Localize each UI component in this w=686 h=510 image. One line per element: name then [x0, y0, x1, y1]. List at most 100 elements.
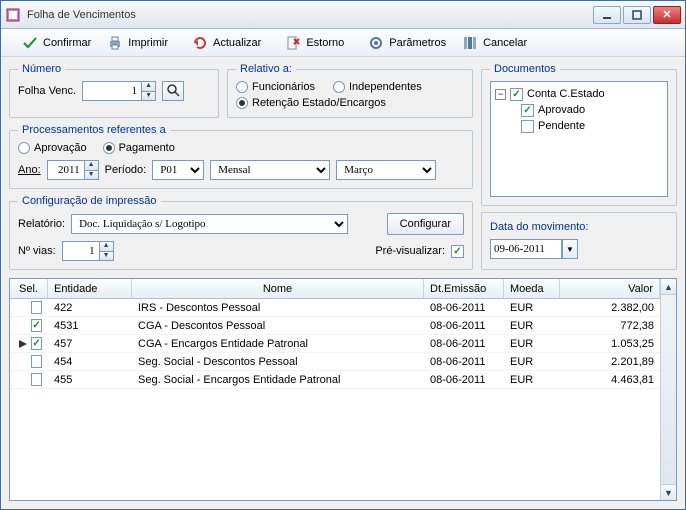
cell-valor: 1.053,25	[560, 337, 660, 351]
cell-entidade: 422	[48, 301, 132, 315]
vertical-scrollbar[interactable]: ▲ ▼	[660, 279, 676, 500]
scroll-up-icon[interactable]: ▲	[661, 279, 676, 295]
nvias-label: Nº vias:	[18, 245, 56, 257]
col-header-dtemissao[interactable]: Dt.Emissão	[424, 279, 504, 298]
spin-up-icon[interactable]: ▲	[141, 82, 155, 92]
date-dropdown-button[interactable]: ▼	[562, 239, 578, 259]
col-header-nome[interactable]: Nome	[132, 279, 424, 298]
imprimir-label: Imprimir	[128, 37, 168, 49]
refresh-icon	[192, 35, 208, 51]
periodo-select[interactable]: P01	[152, 160, 204, 180]
minimize-button[interactable]	[593, 6, 621, 24]
parametros-button[interactable]: Parâmetros	[361, 32, 453, 54]
titlebar: Folha de Vencimentos ✕	[1, 1, 685, 29]
table-row[interactable]: 454Seg. Social - Descontos Pessoal08-06-…	[10, 353, 660, 371]
row-select-checkbox[interactable]	[31, 319, 42, 332]
estorno-button[interactable]: Estorno	[278, 32, 351, 54]
folha-venc-label: Folha Venc.	[18, 85, 76, 97]
cell-dtemissao: 08-06-2011	[424, 301, 504, 315]
relativo-group: Relativo a: Funcionários Independentes R…	[227, 63, 473, 118]
row-select-checkbox[interactable]	[31, 301, 42, 314]
tree-child-checkbox[interactable]	[521, 104, 534, 117]
cell-nome: Seg. Social - Encargos Entidade Patronal	[132, 373, 424, 387]
row-select-checkbox[interactable]	[31, 373, 42, 386]
actualizar-button[interactable]: Actualizar	[185, 32, 268, 54]
tree-root-checkbox[interactable]	[510, 88, 523, 101]
folha-venc-spinner[interactable]: ▲▼	[82, 81, 156, 101]
table-row[interactable]: 457CGA - Encargos Entidade Patronal08-06…	[10, 335, 660, 353]
cell-valor: 2.382,00	[560, 301, 660, 315]
documentos-tree[interactable]: − Conta C.Estado AprovadoPendente	[490, 81, 668, 197]
expander-icon[interactable]: −	[495, 89, 506, 100]
cancelar-button[interactable]: Cancelar	[455, 32, 534, 54]
spin-up-icon[interactable]: ▲	[99, 242, 113, 252]
spin-down-icon[interactable]: ▼	[84, 171, 98, 180]
col-header-valor[interactable]: Valor	[560, 279, 660, 298]
col-header-sel[interactable]: Sel.	[10, 279, 48, 298]
spin-down-icon[interactable]: ▼	[141, 92, 155, 101]
spin-down-icon[interactable]: ▼	[99, 252, 113, 261]
maximize-button[interactable]	[623, 6, 651, 24]
confirmar-button[interactable]: Confirmar	[15, 32, 98, 54]
table-row[interactable]: 4531CGA - Descontos Pessoal08-06-2011EUR…	[10, 317, 660, 335]
estorno-icon	[285, 35, 301, 51]
search-icon	[166, 83, 180, 100]
nvias-input[interactable]	[63, 242, 99, 260]
numero-legend: Número	[18, 63, 65, 75]
gear-icon	[368, 35, 384, 51]
table-row[interactable]: 455Seg. Social - Encargos Entidade Patro…	[10, 371, 660, 389]
ano-input[interactable]	[48, 161, 84, 179]
cell-moeda: EUR	[504, 319, 560, 333]
radio-pagamento[interactable]: Pagamento	[103, 142, 175, 154]
data-movimento-input[interactable]	[490, 239, 562, 259]
col-header-entidade[interactable]: Entidade	[48, 279, 132, 298]
folha-venc-input[interactable]	[83, 82, 141, 100]
cell-entidade: 455	[48, 373, 132, 387]
cancel-icon	[462, 35, 478, 51]
relatorio-select[interactable]: Doc. Liquidação s/ Logotipo	[71, 214, 348, 234]
processamentos-legend: Processamentos referentes a	[18, 124, 170, 136]
table-row[interactable]: 422IRS - Descontos Pessoal08-06-2011EUR2…	[10, 299, 660, 317]
row-select-checkbox[interactable]	[31, 355, 42, 368]
search-button[interactable]	[162, 81, 184, 101]
app-window: Folha de Vencimentos ✕ Confirmar Imprimi…	[0, 0, 686, 510]
data-grid: Sel. Entidade Nome Dt.Emissão Moeda Valo…	[9, 278, 677, 501]
tipo-select[interactable]: Mensal	[210, 160, 330, 180]
check-icon	[22, 35, 38, 51]
cancelar-label: Cancelar	[483, 37, 527, 49]
cell-entidade: 457	[48, 337, 132, 351]
grid-header: Sel. Entidade Nome Dt.Emissão Moeda Valo…	[10, 279, 660, 299]
scroll-down-icon[interactable]: ▼	[661, 484, 676, 500]
ano-spinner[interactable]: ▲▼	[47, 160, 99, 180]
tree-child-checkbox[interactable]	[521, 120, 534, 133]
ano-label: Ano:	[18, 164, 41, 176]
tree-child-node[interactable]: Aprovado	[521, 102, 663, 118]
radio-aprovacao[interactable]: Aprovação	[18, 142, 87, 154]
app-icon	[5, 7, 21, 23]
tree-root-node[interactable]: − Conta C.Estado	[495, 86, 663, 102]
row-select-checkbox[interactable]	[31, 337, 42, 350]
scroll-track[interactable]	[661, 295, 676, 484]
radio-funcionarios[interactable]: Funcionários	[236, 81, 315, 93]
printer-icon	[107, 35, 123, 51]
radio-retencao[interactable]: Retenção Estado/Encargos	[236, 97, 386, 109]
periodo-label: Período:	[105, 164, 147, 176]
grid-body[interactable]: 422IRS - Descontos Pessoal08-06-2011EUR2…	[10, 299, 660, 500]
estorno-label: Estorno	[306, 37, 344, 49]
mes-select[interactable]: Março	[336, 160, 436, 180]
previsualizar-checkbox[interactable]	[451, 245, 464, 258]
spin-up-icon[interactable]: ▲	[84, 161, 98, 171]
nvias-spinner[interactable]: ▲▼	[62, 241, 114, 261]
data-movimento-group: Data do movimento: ▼	[481, 212, 677, 270]
cell-nome: CGA - Encargos Entidade Patronal	[132, 337, 424, 351]
configurar-button[interactable]: Configurar	[387, 213, 464, 235]
previsualizar-label: Pré-visualizar:	[375, 245, 445, 257]
cell-moeda: EUR	[504, 337, 560, 351]
imprimir-button[interactable]: Imprimir	[100, 32, 175, 54]
tree-child-node[interactable]: Pendente	[521, 118, 663, 134]
impressao-legend: Configuração de impressão	[18, 195, 161, 207]
tree-child-label: Aprovado	[538, 102, 585, 118]
radio-independentes[interactable]: Independentes	[333, 81, 422, 93]
close-button[interactable]: ✕	[653, 6, 681, 24]
col-header-moeda[interactable]: Moeda	[504, 279, 560, 298]
